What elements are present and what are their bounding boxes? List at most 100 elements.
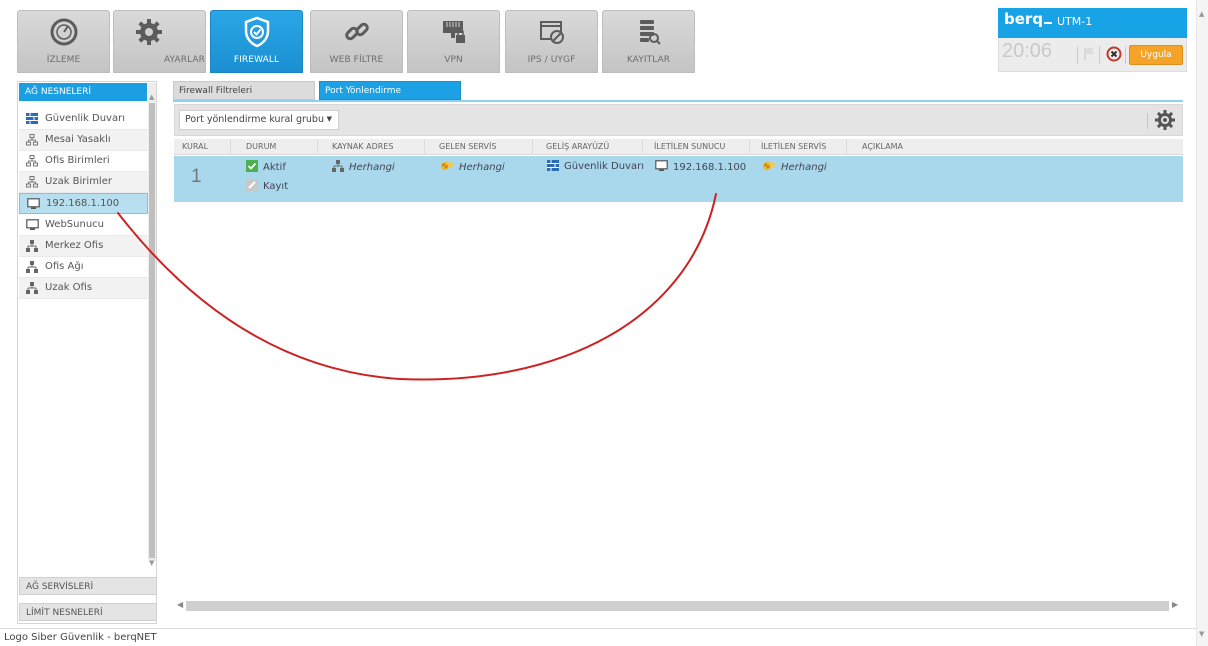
- tab-label: İZLEME: [46, 55, 81, 65]
- brand-header: berq UTM-1: [998, 8, 1187, 38]
- group-icon: [26, 176, 38, 191]
- target-service: Herhangi: [762, 160, 827, 175]
- tab-label: KAYITLAR: [626, 55, 671, 65]
- column-header[interactable]: İLETİLEN SUNUCU: [654, 142, 725, 151]
- rule-group-value: Port yönlendirme kural grubu: [185, 114, 324, 125]
- filter-bar: Port yönlendirme kural grubu ▼: [174, 104, 1183, 136]
- firewall-icon: [26, 113, 38, 127]
- object-label: Ofis Birimleri: [45, 155, 110, 166]
- service-icon: [440, 160, 454, 175]
- object-item-guvenlik-duvari[interactable]: Güvenlik Duvarı: [19, 109, 148, 130]
- table-header: KURAL DURUM KAYNAK ADRES GELEN SERVİS GE…: [174, 139, 1183, 155]
- window-block-icon: [506, 15, 597, 49]
- brand-logo: berq: [1004, 10, 1053, 28]
- scroll-left-icon[interactable]: ◀: [177, 600, 183, 609]
- object-item-ofis-birimleri[interactable]: Ofis Birimleri: [19, 151, 148, 172]
- object-item-ofis-agi[interactable]: Ofis Ağı: [19, 257, 148, 278]
- network-lock-icon: [408, 15, 499, 49]
- network-icon: [26, 282, 38, 297]
- column-header[interactable]: GELEN SERVİS: [439, 142, 496, 151]
- object-label: 192.168.1.100: [46, 198, 120, 209]
- tab-vpn[interactable]: VPN: [407, 10, 500, 73]
- tab-port-yonlendirme[interactable]: Port Yönlendirme: [319, 81, 461, 100]
- flag-icon[interactable]: [1083, 47, 1095, 64]
- tab-label: FIREWALL: [233, 55, 280, 65]
- incoming-interface: Güvenlik Duvarı: [547, 160, 644, 174]
- tab-label: AYARLAR: [164, 55, 205, 65]
- gear-icon: [114, 15, 205, 49]
- status-log[interactable]: Kayıt: [246, 179, 288, 194]
- status-footer: Logo Siber Güvenlik - berqNET: [0, 628, 1208, 646]
- object-item-uzak-birimler[interactable]: Uzak Birimler: [19, 172, 148, 193]
- monitor-icon: [26, 219, 39, 234]
- column-header[interactable]: KAYNAK ADRES: [332, 142, 393, 151]
- brand-panel: berq UTM-1 20:06 Uygula: [998, 8, 1187, 72]
- target-server: 192.168.1.100: [655, 160, 746, 175]
- section-limit-nesneleri[interactable]: LİMİT NESNELERİ: [19, 603, 157, 621]
- scroll-down-icon[interactable]: ▼: [1199, 630, 1204, 638]
- object-item-websunucu[interactable]: WebSunucu: [19, 215, 148, 236]
- object-label: Mesai Yasaklı: [45, 134, 111, 145]
- object-label: Ofis Ağı: [45, 261, 84, 272]
- table-row[interactable]: 1 Aktif Kayıt Herhangi Herhangi Güvenlik…: [174, 156, 1183, 202]
- top-toolbar: İZLEME AYARLAR FIREWALL WEB FİLTRE VPN I…: [0, 0, 1196, 78]
- settings-gear-icon[interactable]: [1154, 109, 1176, 134]
- checkbox-checked-icon: [246, 160, 258, 175]
- tab-kayitlar[interactable]: KAYITLAR: [602, 10, 695, 73]
- close-icon[interactable]: [1106, 46, 1122, 65]
- column-header[interactable]: İLETİLEN SERVİS: [761, 142, 826, 151]
- panel-header[interactable]: AĞ NESNELERİ: [19, 83, 147, 101]
- object-item-192-168-1-100[interactable]: 192.168.1.100: [19, 193, 148, 214]
- panel-scrollbar[interactable]: ▲ ▼: [148, 83, 156, 567]
- tab-label: WEB FİLTRE: [329, 55, 384, 65]
- section-ag-servisleri[interactable]: AĞ SERVİSLERİ: [19, 577, 157, 595]
- rule-number: 1: [191, 166, 202, 187]
- network-icon: [26, 261, 38, 276]
- scroll-up-icon[interactable]: ▲: [149, 93, 154, 101]
- scroll-thumb[interactable]: [186, 601, 1169, 611]
- column-header[interactable]: DURUM: [246, 142, 276, 151]
- rule-group-select[interactable]: Port yönlendirme kural grubu ▼: [179, 110, 339, 130]
- object-item-merkez-ofis[interactable]: Merkez Ofis: [19, 236, 148, 257]
- tab-firewall[interactable]: FIREWALL: [210, 10, 303, 73]
- log-search-icon: [603, 15, 694, 49]
- status-active[interactable]: Aktif: [246, 160, 286, 175]
- tab-ips-uygf[interactable]: IPS / UYGF: [505, 10, 598, 73]
- apply-button[interactable]: Uygula: [1129, 45, 1183, 65]
- objects-panel: AĞ NESNELERİ Güvenlik Duvarı Mesai Yasak…: [17, 81, 157, 624]
- scroll-thumb[interactable]: [149, 103, 155, 558]
- link-icon: [311, 15, 402, 49]
- tab-label: IPS / UYGF: [527, 55, 576, 65]
- column-header[interactable]: AÇIKLAMA: [862, 142, 903, 151]
- shield-check-icon: [211, 15, 302, 49]
- window-scrollbar[interactable]: ▲ ▼: [1196, 0, 1208, 646]
- scroll-down-icon[interactable]: ▼: [149, 559, 154, 567]
- status-strip: 20:06 Uygula: [998, 38, 1187, 72]
- object-item-mesai-yasakli[interactable]: Mesai Yasaklı: [19, 130, 148, 151]
- tab-izleme[interactable]: İZLEME: [17, 10, 110, 73]
- object-label: WebSunucu: [45, 219, 104, 230]
- tab-firewall-filtreleri[interactable]: Firewall Filtreleri: [173, 81, 315, 100]
- pencil-icon: [246, 179, 258, 194]
- group-icon: [26, 155, 38, 170]
- scroll-up-icon[interactable]: ▲: [1199, 10, 1204, 18]
- object-item-uzak-ofis[interactable]: Uzak Ofis: [19, 278, 148, 299]
- object-label: Merkez Ofis: [45, 240, 104, 251]
- object-label: Uzak Birimler: [45, 176, 112, 187]
- network-icon: [332, 160, 344, 175]
- horizontal-scrollbar[interactable]: ◀ ▶: [174, 599, 1183, 613]
- scroll-right-icon[interactable]: ▶: [1172, 600, 1178, 609]
- gauge-icon: [18, 15, 109, 49]
- column-header[interactable]: GELİŞ ARAYÜZÜ: [546, 142, 609, 151]
- clock: 20:06: [1002, 40, 1053, 62]
- object-label: Güvenlik Duvarı: [45, 113, 125, 124]
- chevron-down-icon: ▼: [326, 115, 332, 123]
- column-header[interactable]: KURAL: [182, 142, 208, 151]
- group-icon: [26, 134, 38, 149]
- device-model: UTM-1: [1057, 15, 1093, 28]
- tab-label: VPN: [444, 55, 463, 65]
- tab-web-filtre[interactable]: WEB FİLTRE: [310, 10, 403, 73]
- incoming-service: Herhangi: [440, 160, 505, 175]
- tab-ayarlar[interactable]: AYARLAR: [113, 10, 206, 73]
- network-icon: [26, 240, 38, 255]
